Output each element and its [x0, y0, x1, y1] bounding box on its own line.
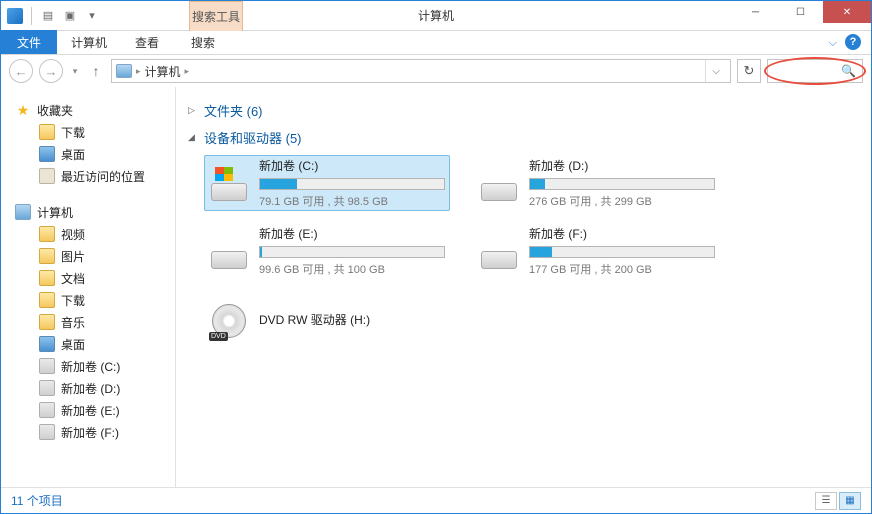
folder-icon: [39, 270, 55, 286]
item-count: 11 个项目: [11, 492, 63, 509]
up-button[interactable]: ↑: [87, 63, 105, 79]
drive-title: DVD RW 驱动器 (H:): [259, 311, 445, 328]
desktop-icon: [39, 146, 55, 162]
chevron-right-icon: ▸: [136, 66, 141, 77]
folder-icon: [39, 124, 55, 140]
sidebar-item-music[interactable]: 音乐: [1, 311, 175, 333]
dvd-drive[interactable]: DVD DVD RW 驱动器 (H:): [204, 293, 450, 349]
qat-properties-icon[interactable]: ▤: [40, 8, 56, 24]
drive-icon: [479, 163, 519, 203]
section-devices[interactable]: ◢ 设备和驱动器 (5): [188, 128, 861, 147]
sidebar-item-desktop[interactable]: 桌面: [1, 333, 175, 355]
drive-usage-bar: [259, 246, 445, 258]
drive-stats: 99.6 GB 可用 , 共 100 GB: [259, 261, 445, 277]
drive-icon: [39, 402, 55, 418]
drive-title: 新加卷 (F:): [529, 225, 715, 242]
drive-usage-bar: [529, 178, 715, 190]
sidebar-item-recent[interactable]: 最近访问的位置: [1, 165, 175, 187]
sidebar-label: 收藏夹: [37, 102, 73, 119]
dvd-icon: DVD: [209, 301, 249, 341]
drive-title: 新加卷 (E:): [259, 225, 445, 242]
desktop-icon: [39, 336, 55, 352]
drive-item[interactable]: 新加卷 (E:) 99.6 GB 可用 , 共 100 GB: [204, 223, 450, 279]
computer-icon: [116, 64, 132, 78]
refresh-button[interactable]: ↻: [737, 59, 761, 83]
drive-icon: [39, 358, 55, 374]
breadcrumb-computer[interactable]: 计算机: [145, 63, 181, 80]
star-icon: ★: [15, 102, 31, 118]
sidebar-computer[interactable]: 计算机: [1, 201, 175, 223]
search-input[interactable]: 🔍: [767, 59, 863, 83]
view-tiles-button[interactable]: ▦: [839, 492, 861, 510]
drive-stats: 177 GB 可用 , 共 200 GB: [529, 261, 715, 277]
drive-title: 新加卷 (D:): [529, 157, 715, 174]
quick-access-toolbar: ▤ ▣ ▾: [1, 7, 100, 25]
drive-usage-bar: [259, 178, 445, 190]
drive-item[interactable]: 新加卷 (D:) 276 GB 可用 , 共 299 GB: [474, 155, 720, 211]
ribbon-expand-icon[interactable]: ⌵: [829, 37, 837, 50]
file-tab[interactable]: 文件: [1, 30, 57, 54]
forward-button[interactable]: →: [39, 59, 63, 83]
content-pane: ▷ 文件夹 (6) ◢ 设备和驱动器 (5) 新加卷 (C:) 79.1 GB …: [176, 87, 871, 487]
help-icon[interactable]: ?: [845, 34, 861, 50]
search-icon: 🔍: [841, 64, 856, 78]
sidebar-item-pictures[interactable]: 图片: [1, 245, 175, 267]
address-bar[interactable]: ▸ 计算机 ▸ ⌵: [111, 59, 731, 83]
app-icon: [7, 8, 23, 24]
sidebar-item-downloads[interactable]: 下载: [1, 289, 175, 311]
folder-icon: [39, 292, 55, 308]
qat-folder-icon[interactable]: ▣: [62, 8, 78, 24]
tab-search[interactable]: 搜索: [177, 30, 229, 54]
ribbon-tabs: 文件 计算机 查看 搜索 ⌵ ?: [1, 31, 871, 55]
navigation-pane: ★ 收藏夹 下载 桌面 最近访问的位置 计算机 视频 图片 文档 下载 音乐 桌…: [1, 87, 176, 487]
sidebar-label: 计算机: [37, 204, 73, 221]
sidebar-item-drive-c[interactable]: 新加卷 (C:): [1, 355, 175, 377]
folder-icon: [39, 248, 55, 264]
folder-icon: [39, 314, 55, 330]
address-dropdown-icon[interactable]: ⌵: [705, 60, 726, 82]
sidebar-item-documents[interactable]: 文档: [1, 267, 175, 289]
drive-usage-bar: [529, 246, 715, 258]
drive-icon: [479, 231, 519, 271]
maximize-button[interactable]: ☐: [778, 1, 823, 23]
back-button[interactable]: ←: [9, 59, 33, 83]
drive-icon: [39, 424, 55, 440]
drive-icon: [209, 163, 249, 203]
chevron-right-icon[interactable]: ▸: [185, 66, 190, 77]
title-bar: ▤ ▣ ▾ 搜索工具 计算机 ─ ☐ ✕: [1, 1, 871, 31]
window-title: 计算机: [418, 7, 454, 24]
status-bar: 11 个项目 ☰ ▦: [1, 487, 871, 513]
collapse-icon: ▷: [188, 105, 198, 116]
minimize-button[interactable]: ─: [733, 1, 778, 23]
sidebar-item-videos[interactable]: 视频: [1, 223, 175, 245]
sidebar-item-downloads[interactable]: 下载: [1, 121, 175, 143]
folder-icon: [39, 226, 55, 242]
tab-computer[interactable]: 计算机: [57, 30, 121, 54]
drive-item[interactable]: 新加卷 (F:) 177 GB 可用 , 共 200 GB: [474, 223, 720, 279]
sidebar-item-drive-e[interactable]: 新加卷 (E:): [1, 399, 175, 421]
sidebar-favorites[interactable]: ★ 收藏夹: [1, 99, 175, 121]
sidebar-item-desktop[interactable]: 桌面: [1, 143, 175, 165]
drive-icon: [209, 231, 249, 271]
sidebar-item-drive-f[interactable]: 新加卷 (F:): [1, 421, 175, 443]
qat-dropdown-icon[interactable]: ▾: [84, 8, 100, 24]
sidebar-item-drive-d[interactable]: 新加卷 (D:): [1, 377, 175, 399]
navigation-bar: ← → ▾ ↑ ▸ 计算机 ▸ ⌵ ↻ 🔍: [1, 55, 871, 87]
drive-icon: [39, 380, 55, 396]
drive-stats: 79.1 GB 可用 , 共 98.5 GB: [259, 193, 445, 209]
computer-icon: [15, 204, 31, 220]
recent-icon: [39, 168, 55, 184]
drive-title: 新加卷 (C:): [259, 157, 445, 174]
expand-icon: ◢: [188, 132, 198, 143]
history-dropdown-icon[interactable]: ▾: [69, 66, 81, 77]
drive-stats: 276 GB 可用 , 共 299 GB: [529, 193, 715, 209]
section-folders[interactable]: ▷ 文件夹 (6): [188, 101, 861, 120]
view-details-button[interactable]: ☰: [815, 492, 837, 510]
close-button[interactable]: ✕: [823, 1, 871, 23]
tab-view[interactable]: 查看: [121, 30, 173, 54]
drive-item[interactable]: 新加卷 (C:) 79.1 GB 可用 , 共 98.5 GB: [204, 155, 450, 211]
search-tools-tab[interactable]: 搜索工具: [189, 1, 243, 31]
